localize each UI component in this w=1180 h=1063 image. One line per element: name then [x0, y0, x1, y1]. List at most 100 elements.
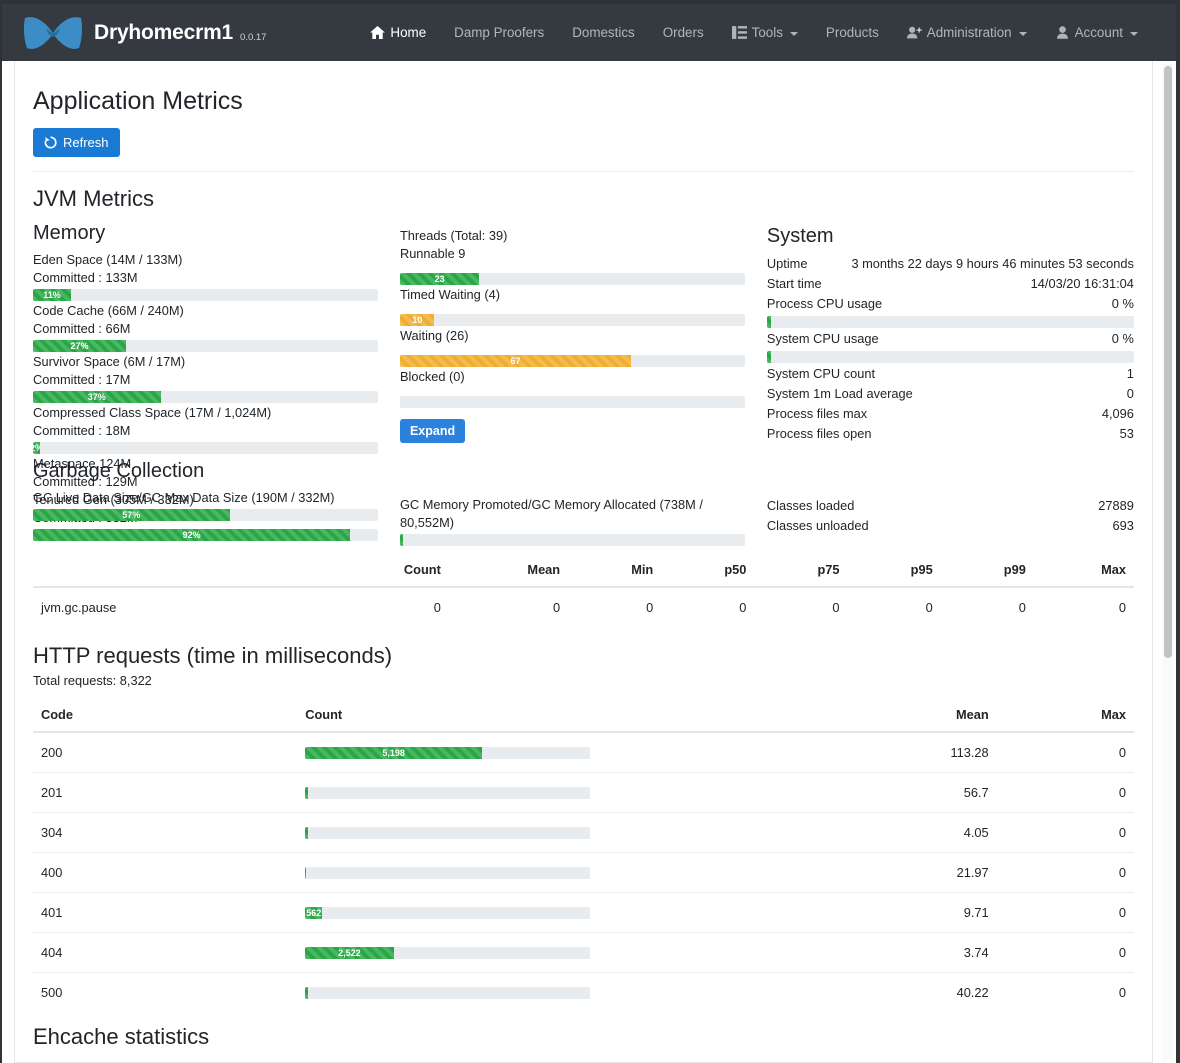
table-header-row: Code Count Mean Max	[33, 698, 1134, 732]
page-viewport: Dryhomecrm1 0.0.17 Home Damp Proofers Do…	[2, 4, 1176, 1063]
thread-entry-name: Blocked (0)	[400, 368, 745, 386]
chevron-down-icon	[1019, 32, 1027, 36]
gc-cell-name: jvm.gc.pause	[33, 587, 319, 627]
list-icon	[732, 26, 747, 39]
system-row-key: Process CPU usage	[767, 295, 892, 313]
expand-button[interactable]: Expand	[400, 419, 465, 443]
user-plus-icon	[907, 26, 922, 39]
system-row: Start time 14/03/20 16:31:04	[767, 274, 1134, 294]
gc-classes-row-key: Classes unloaded	[767, 517, 879, 535]
nav-item-tools[interactable]: Tools	[718, 17, 812, 48]
gc-live-progress-bar: 57%	[33, 509, 230, 521]
system-row-value: 3 months 22 days 9 hours 46 minutes 53 s…	[817, 255, 1133, 273]
system-row: System CPU count 1	[767, 364, 1134, 384]
gc-cell-mean: 0	[449, 587, 568, 627]
gc-pause-table-body: jvm.gc.pause 0 0 0 0 0 0 0 0	[33, 587, 1134, 627]
http-cell-count	[297, 973, 814, 1013]
thread-progress-bar: 23	[400, 273, 479, 285]
http-count-progress	[305, 867, 590, 879]
nav-item-home[interactable]: Home	[356, 17, 440, 48]
thread-progress-bar: 10	[400, 314, 434, 326]
gc-classes-row: Classes loaded 27889	[767, 496, 1134, 516]
gc-cell-max: 0	[1034, 587, 1134, 627]
nav-item-products-label: Products	[826, 25, 879, 40]
nav-item-domestics[interactable]: Domestics	[558, 17, 649, 48]
refresh-button[interactable]: Refresh	[33, 128, 120, 157]
gc-live-progress: 57%	[33, 509, 378, 521]
gc-middle-column: GC Memory Promoted/GC Memory Allocated (…	[400, 454, 767, 547]
gc-classes-row-value: 27889	[864, 497, 1133, 515]
system-row-value: 14/03/20 16:31:04	[832, 275, 1134, 293]
http-count-progress	[305, 827, 590, 839]
http-cell-max: 0	[997, 732, 1134, 773]
memory-entry: Code Cache (66M / 240M) Committed : 66M …	[33, 302, 378, 352]
memory-entry-name: Eden Space (14M / 133M)	[33, 251, 378, 269]
memory-progress-bar: 11%	[33, 289, 71, 301]
nav-item-administration[interactable]: Administration	[893, 17, 1041, 48]
gc-classes-row-value: 693	[879, 517, 1134, 535]
nav-item-home-label: Home	[390, 25, 426, 40]
navbar: Dryhomecrm1 0.0.17 Home Damp Proofers Do…	[2, 4, 1176, 61]
home-icon	[370, 26, 385, 39]
thread-entry: Blocked (0)	[400, 368, 745, 408]
gc-classes-column: Classes loaded 27889 Classes unloaded 69…	[767, 454, 1134, 547]
thread-entry: Timed Waiting (4) 10	[400, 286, 745, 326]
memory-entry-committed: Committed : 133M	[33, 269, 378, 287]
table-row: jvm.gc.pause 0 0 0 0 0 0 0 0	[33, 587, 1134, 627]
system-row-value: 0 %	[892, 295, 1134, 313]
http-table-body: 200 5,198 113.28 0 201	[33, 732, 1134, 1012]
http-cell-code: 201	[33, 773, 297, 813]
divider	[33, 171, 1134, 172]
http-count-progress-bar	[305, 827, 307, 839]
gc-classes-list: Classes loaded 27889 Classes unloaded 69…	[767, 496, 1134, 536]
scrollbar-thumb[interactable]	[1164, 66, 1172, 658]
nav-item-damp-proofers[interactable]: Damp Proofers	[440, 17, 558, 48]
http-count-progress-bar	[305, 867, 306, 879]
gc-cell-min: 0	[568, 587, 661, 627]
nav-item-account[interactable]: Account	[1041, 17, 1152, 48]
user-icon	[1055, 26, 1070, 39]
logo-icon	[22, 12, 84, 54]
system-row-key: System 1m Load average	[767, 385, 923, 403]
jvm-metrics-heading: JVM Metrics	[33, 186, 1134, 212]
http-cell-mean: 113.28	[815, 732, 997, 773]
thread-entry: Runnable 9 23	[400, 245, 745, 285]
http-cell-count: 562	[297, 893, 814, 933]
memory-entry-committed: Committed : 17M	[33, 371, 378, 389]
nav-item-products[interactable]: Products	[812, 17, 893, 48]
http-cell-count	[297, 853, 814, 893]
gc-classes-row-key: Classes loaded	[767, 497, 865, 515]
gc-promoted-label: GC Memory Promoted/GC Memory Allocated (…	[400, 496, 745, 532]
system-row: Uptime 3 months 22 days 9 hours 46 minut…	[767, 254, 1134, 274]
system-row-key: Start time	[767, 275, 832, 293]
memory-entry-committed: Committed : 18M	[33, 422, 378, 440]
http-col-mean: Mean	[815, 698, 997, 732]
nav-item-administration-label: Administration	[927, 25, 1012, 40]
http-cell-count	[297, 813, 814, 853]
thread-entry-name: Runnable 9	[400, 245, 745, 263]
memory-entry-committed: Committed : 66M	[33, 320, 378, 338]
table-row: 304 4.05 0	[33, 813, 1134, 853]
gc-col-p75: p75	[754, 553, 847, 587]
nav-item-orders[interactable]: Orders	[649, 17, 718, 48]
memory-progress: 11%	[33, 289, 378, 301]
table-row: 201 56.7 0	[33, 773, 1134, 813]
nav-item-account-label: Account	[1075, 25, 1123, 40]
table-row: 500 40.22 0	[33, 973, 1134, 1013]
brand[interactable]: Dryhomecrm1 0.0.17	[22, 12, 266, 54]
system-heading: System	[767, 225, 1134, 248]
thread-progress: 10	[400, 314, 745, 326]
http-count-progress: 5,198	[305, 747, 590, 759]
http-cell-count: 5,198	[297, 732, 814, 773]
system-cpu-progress	[767, 351, 1134, 363]
nav-item-damp-proofers-label: Damp Proofers	[454, 25, 544, 40]
http-cell-mean: 21.97	[815, 853, 997, 893]
page-content: Application Metrics Refresh JVM Metrics …	[14, 61, 1153, 1063]
table-row: 400 21.97 0	[33, 853, 1134, 893]
thread-progress-bar: 67	[400, 355, 631, 367]
table-row: 401 562 9.71 0	[33, 893, 1134, 933]
http-count-progress: 562	[305, 907, 590, 919]
system-row-value: 0 %	[889, 330, 1134, 348]
system-row-key: Process files open	[767, 425, 882, 443]
system-row-key: Process files max	[767, 405, 877, 423]
